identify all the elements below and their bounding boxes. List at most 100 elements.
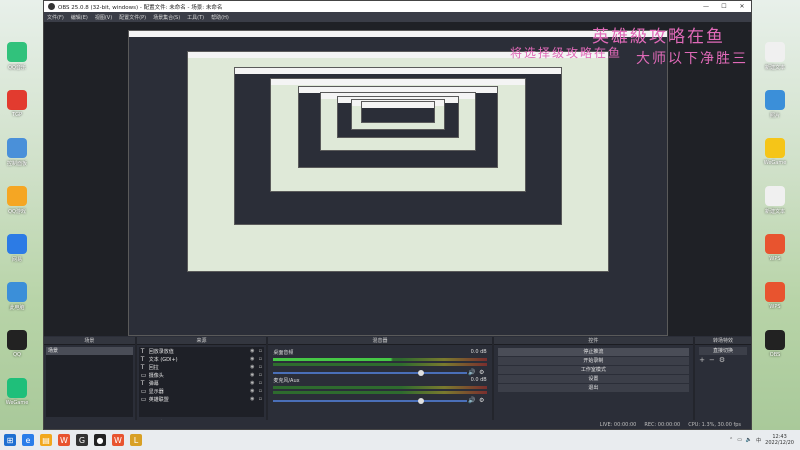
menu-scene-collection[interactable]: 场景集合(S) xyxy=(153,14,180,21)
source-type-icon: ▭ xyxy=(140,387,147,395)
recursive-capture-frame xyxy=(361,100,435,124)
mixer-channel-desktop: 桌面音频 0.0 dB 🔊 ⚙ xyxy=(273,349,487,376)
desktop-shortcut[interactable]: 新建文本 xyxy=(760,186,790,215)
gear-icon[interactable]: ⚙ xyxy=(477,397,487,404)
lock-icon[interactable]: ▫ xyxy=(256,364,264,370)
menu-tools[interactable]: 工具(T) xyxy=(187,14,204,21)
wps-icon[interactable]: W xyxy=(112,434,124,446)
menu-edit[interactable]: 编辑(E) xyxy=(71,14,88,21)
eye-icon[interactable]: ◉ xyxy=(248,364,256,370)
close-button[interactable]: ✕ xyxy=(733,3,751,10)
source-label: 弹幕 xyxy=(148,380,159,387)
desktop-shortcut[interactable]: QQ xyxy=(2,330,32,358)
desktop-shortcut[interactable]: WeGame xyxy=(2,378,32,406)
desktop-shortcut[interactable]: 控制面板 xyxy=(2,138,32,167)
eye-icon[interactable]: ◉ xyxy=(248,388,256,394)
gear-icon[interactable]: ⚙ xyxy=(477,369,487,376)
lock-icon[interactable]: ▫ xyxy=(256,396,264,402)
desktop-shortcut[interactable]: TGP xyxy=(2,90,32,118)
volume-slider[interactable] xyxy=(273,397,467,404)
sources-list[interactable]: T 回放录放值 ◉ ▫ T 文本 (GDI+) ◉ ▫ T 回拉 ◉ ▫ ▭ 摄像头 ◉ ▫ T 弹幕 ◉ ▫ ▭ 显示器… xyxy=(138,347,265,417)
exit-button[interactable]: 退出 xyxy=(497,384,690,392)
chevron-up-icon[interactable]: ⌃ xyxy=(729,437,733,443)
desktop-shortcut[interactable]: 新建文本 xyxy=(760,42,790,71)
menu-file[interactable]: 文件(F) xyxy=(47,14,64,21)
nested-title-bar xyxy=(362,101,434,108)
source-item[interactable]: ▭ 英雄联盟 ◉ ▫ xyxy=(139,395,265,403)
desktop-shortcut[interactable]: 此电脑 xyxy=(2,282,32,311)
scene-item[interactable]: 场景 xyxy=(46,347,133,355)
nested-title-bar xyxy=(129,31,667,37)
desktop-shortcut-label: WeGame xyxy=(763,160,787,166)
studio-mode-button[interactable]: 工作室模式 xyxy=(497,366,690,374)
volume-slider[interactable] xyxy=(273,369,467,376)
lock-icon[interactable]: ▫ xyxy=(256,388,264,394)
file-explorer-icon[interactable]: ▤ xyxy=(40,434,52,446)
eye-icon[interactable]: ◉ xyxy=(248,372,256,378)
lock-icon[interactable]: ▫ xyxy=(256,372,264,378)
eye-icon[interactable]: ◉ xyxy=(248,356,256,362)
maximize-button[interactable]: ☐ xyxy=(715,3,733,10)
preview-area[interactable] xyxy=(44,22,751,336)
menu-profile[interactable]: 配置文件(P) xyxy=(119,14,146,21)
minimize-button[interactable]: — xyxy=(697,3,715,10)
source-item[interactable]: T 回拉 ◉ ▫ xyxy=(139,363,265,371)
source-item[interactable]: ▭ 摄像头 ◉ ▫ xyxy=(139,371,265,379)
controls-dock: 控件 停止推流 开始录制 工作室模式 设置 退出 xyxy=(493,337,694,429)
desktop-shortcut[interactable]: WPS xyxy=(760,282,790,310)
desktop-shortcut[interactable]: OBS xyxy=(760,330,790,358)
sources-dock-title: 来源 xyxy=(136,337,267,345)
stop-streaming-button[interactable]: 停止推流 xyxy=(497,348,690,356)
eye-icon[interactable]: ◉ xyxy=(248,380,256,386)
speaker-icon[interactable]: 🔊 xyxy=(467,397,477,404)
desktop-shortcut[interactable]: 照片 xyxy=(760,90,790,119)
start-recording-button[interactable]: 开始录制 xyxy=(497,357,690,365)
source-type-icon: ▭ xyxy=(140,371,147,379)
slider-knob[interactable] xyxy=(418,397,425,404)
game-icon[interactable]: G xyxy=(76,434,88,446)
source-item[interactable]: T 文本 (GDI+) ◉ ▫ xyxy=(139,355,265,363)
gear-icon[interactable]: ⚙ xyxy=(719,356,725,364)
menu-help[interactable]: 帮助(H) xyxy=(211,14,229,21)
source-item[interactable]: T 弹幕 ◉ ▫ xyxy=(139,379,265,387)
window-title: OBS 25.0.8 (32-bit, windows) - 配置文件: 未命名… xyxy=(58,4,223,11)
title-bar[interactable]: OBS 25.0.8 (32-bit, windows) - 配置文件: 未命名… xyxy=(44,1,751,12)
source-label: 显示器 xyxy=(148,388,164,395)
input-method-icon[interactable]: 中 xyxy=(756,437,761,444)
lock-icon[interactable]: ▫ xyxy=(256,348,264,354)
wps-icon[interactable]: W xyxy=(58,434,70,446)
network-icon[interactable]: ▭ xyxy=(737,437,742,443)
source-type-icon: T xyxy=(140,363,145,371)
source-item[interactable]: ▭ 显示器 ◉ ▫ xyxy=(139,387,265,395)
channel-name: 麦克风/Aux xyxy=(273,378,300,384)
league-icon[interactable]: L xyxy=(130,434,142,446)
add-transition-icon[interactable]: + xyxy=(699,356,705,364)
desktop-shortcut[interactable]: 网易 xyxy=(2,234,32,263)
desktop-shortcut[interactable]: QQ音乐 xyxy=(2,42,32,71)
clock[interactable]: 12:43 2022/12/20 xyxy=(765,434,794,446)
speaker-icon[interactable]: 🔈 xyxy=(746,437,752,443)
windows-start-icon[interactable]: ⊞ xyxy=(4,434,16,446)
desktop-shortcut[interactable]: QQ游戏 xyxy=(2,186,32,215)
eye-icon[interactable]: ◉ xyxy=(248,348,256,354)
desktop-shortcut[interactable]: WPS xyxy=(760,234,790,262)
slider-knob[interactable] xyxy=(418,369,425,376)
lock-icon[interactable]: ▫ xyxy=(256,356,264,362)
settings-button[interactable]: 设置 xyxy=(497,375,690,383)
scenes-dock-title: 场景 xyxy=(44,337,135,345)
menu-bar: 文件(F) 编辑(E) 视图(V) 配置文件(P) 场景集合(S) 工具(T) … xyxy=(44,12,751,22)
eye-icon[interactable]: ◉ xyxy=(248,396,256,402)
source-type-icon: T xyxy=(140,355,145,363)
preview-canvas[interactable] xyxy=(128,30,668,336)
obs-icon[interactable]: ● xyxy=(94,434,106,446)
transition-select[interactable]: 直接切换 xyxy=(699,347,747,355)
source-label: 文本 (GDI+) xyxy=(148,356,178,363)
scenes-list[interactable]: 场景 xyxy=(46,347,133,417)
remove-transition-icon[interactable]: − xyxy=(709,356,715,364)
desktop-shortcut[interactable]: WeGame xyxy=(760,138,790,166)
source-item[interactable]: T 回放录放值 ◉ ▫ xyxy=(139,347,265,355)
edge-icon[interactable]: e xyxy=(22,434,34,446)
speaker-icon[interactable]: 🔊 xyxy=(467,369,477,376)
menu-view[interactable]: 视图(V) xyxy=(95,14,112,21)
lock-icon[interactable]: ▫ xyxy=(256,380,264,386)
